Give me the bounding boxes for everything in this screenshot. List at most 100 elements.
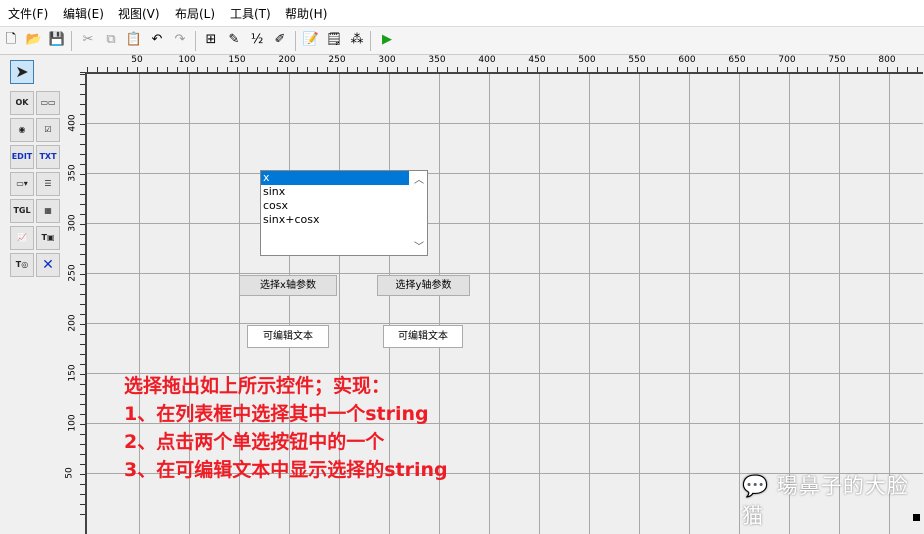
activex-icon: ✕: [42, 257, 54, 273]
ruler-label: 100: [67, 414, 78, 432]
ruler-label: 400: [67, 114, 78, 132]
select-y-param-button[interactable]: 选择y轴参数: [377, 275, 470, 296]
panel-icon: T▣: [41, 233, 55, 242]
button-group-tool-button[interactable]: T◎: [10, 253, 34, 277]
activex-tool-button[interactable]: ✕: [36, 253, 60, 277]
cut-icon[interactable]: ✂: [79, 31, 97, 49]
undo-icon[interactable]: ↶: [148, 31, 166, 49]
radio-button-tool-button[interactable]: ◉: [10, 118, 34, 142]
popup-menu-icon: ▭▾: [16, 179, 28, 188]
listbox-item[interactable]: sinx: [261, 185, 427, 199]
grid-line: [639, 74, 640, 534]
ruler-label: 300: [67, 214, 78, 232]
toolbar-separator: [295, 31, 296, 51]
toolbar-separator: [370, 31, 371, 51]
ruler-label: 200: [278, 55, 296, 65]
select-x-param-button[interactable]: 选择x轴参数: [239, 275, 337, 296]
ruler-label: 200: [67, 314, 78, 332]
menu-item[interactable]: 帮助(H): [285, 5, 327, 22]
object-browser-icon[interactable]: ⁂: [348, 31, 366, 49]
toggle-button-tool-button[interactable]: TGL: [10, 199, 34, 223]
grid-line: [739, 74, 740, 534]
ruler-label: 650: [728, 55, 746, 65]
layout-canvas[interactable]: x sinx cosx sinx+cosx ︿ ﹀ 选择x轴参数 选择y轴参数 可编辑…: [85, 72, 923, 534]
ruler-label: 150: [228, 55, 246, 65]
note-line: 选择拖出如上所示控件；实现：: [124, 375, 391, 397]
new-file-icon[interactable]: 🗋: [2, 31, 20, 49]
grid-line: [87, 123, 923, 124]
redo-icon[interactable]: ↷: [171, 31, 189, 49]
menu-item[interactable]: 工具(T): [230, 5, 271, 22]
checkbox-icon: ☑: [44, 125, 52, 134]
grid-line: [689, 74, 690, 534]
checkbox-tool-button[interactable]: ☑: [36, 118, 60, 142]
watermark: 💬 瑒鼻子的大脸猫: [742, 474, 909, 528]
toolbar-separator: [71, 31, 72, 51]
ruler-label: 450: [528, 55, 546, 65]
editor-icon[interactable]: 📝: [302, 31, 320, 49]
listbox-item[interactable]: x: [261, 171, 409, 185]
static-text-tool-button[interactable]: TXT: [36, 145, 60, 169]
axes-icon: 📈: [17, 233, 27, 242]
resize-handle[interactable]: [913, 514, 920, 521]
select-tool-button[interactable]: ➤: [10, 60, 34, 84]
ruler-label: 550: [628, 55, 646, 65]
popup-menu-tool-button[interactable]: ▭▾: [10, 172, 34, 196]
menu-item[interactable]: 视图(V): [118, 5, 160, 22]
menu-item[interactable]: 文件(F): [8, 5, 48, 22]
menu-editor-icon[interactable]: ✎: [225, 31, 243, 49]
paste-icon[interactable]: 📋: [125, 31, 143, 49]
ruler-label: 50: [131, 55, 143, 65]
axes-tool-button[interactable]: 📈: [10, 226, 34, 250]
align-icon[interactable]: ⊞: [202, 31, 220, 49]
tab-order-icon[interactable]: ½: [248, 31, 266, 49]
scroll-up-icon[interactable]: ︿: [414, 171, 424, 186]
grid-line: [87, 273, 923, 274]
listbox-tool-button[interactable]: ☰: [36, 172, 60, 196]
menu-item[interactable]: 编辑(E): [63, 5, 104, 22]
save-icon[interactable]: 💾: [48, 31, 66, 49]
edit-text-1[interactable]: 可编辑文本: [247, 325, 329, 348]
push-button-tool-button[interactable]: OK: [10, 91, 34, 115]
menu-item[interactable]: 布局(L): [175, 5, 215, 22]
menu-bar: 文件(F) 编辑(E) 视图(V) 布局(L) 工具(T) 帮助(H): [0, 0, 924, 26]
run-icon[interactable]: ▶: [378, 31, 396, 49]
grid-line: [87, 323, 923, 324]
grid-line: [789, 74, 790, 534]
property-inspector-icon[interactable]: 🗒: [325, 31, 343, 49]
ruler-label: 750: [828, 55, 846, 65]
open-folder-icon[interactable]: 📂: [25, 31, 43, 49]
ruler-label: 100: [178, 55, 196, 65]
toolbar: 🗋 📂 💾 ✂ ⧉ 📋 ↶ ↷ ⊞ ✎ ½ ✐ 📝 🗒 ⁂ ▶: [0, 26, 924, 55]
listbox-item[interactable]: cosx: [261, 199, 427, 213]
ruler-label: 700: [778, 55, 796, 65]
slider-icon: ▭▭: [40, 98, 56, 107]
grid-line: [87, 173, 923, 174]
listbox-control[interactable]: x sinx cosx sinx+cosx ︿ ﹀: [260, 170, 428, 256]
button-group-icon: T◎: [15, 260, 29, 269]
arrow-cursor-icon: ➤: [15, 62, 29, 81]
slider-tool-button[interactable]: ▭▭: [36, 91, 60, 115]
static-text-icon: TXT: [39, 152, 57, 161]
ruler-label: 600: [678, 55, 696, 65]
ruler-label: 800: [878, 55, 896, 65]
edit-text-icon: EDIT: [11, 152, 33, 161]
radio-button-icon: ◉: [18, 125, 26, 134]
scroll-down-icon[interactable]: ﹀: [414, 238, 424, 253]
note-line: 1、在列表框中选择其中一个string: [124, 403, 429, 425]
ruler-label: 250: [67, 264, 78, 282]
vertical-ruler: 400 350 300 250 200 150 100 50: [62, 72, 85, 524]
edit-text-2[interactable]: 可编辑文本: [383, 325, 463, 348]
panel-tool-button[interactable]: T▣: [36, 226, 60, 250]
toolbar-editor-icon[interactable]: ✐: [271, 31, 289, 49]
copy-icon[interactable]: ⧉: [102, 31, 120, 49]
ruler-label: 500: [578, 55, 596, 65]
ruler-label: 250: [328, 55, 346, 65]
wechat-icon: 💬: [742, 474, 770, 498]
table-tool-button[interactable]: ▦: [36, 199, 60, 223]
annotation-text: 选择拖出如上所示控件；实现： 1、在列表框中选择其中一个string 2、点击两…: [124, 372, 448, 484]
listbox-item[interactable]: sinx+cosx: [261, 213, 427, 227]
edit-text-tool-button[interactable]: EDIT: [10, 145, 34, 169]
note-line: 3、在可编辑文本中显示选择的string: [124, 459, 448, 481]
grid-line: [489, 74, 490, 534]
